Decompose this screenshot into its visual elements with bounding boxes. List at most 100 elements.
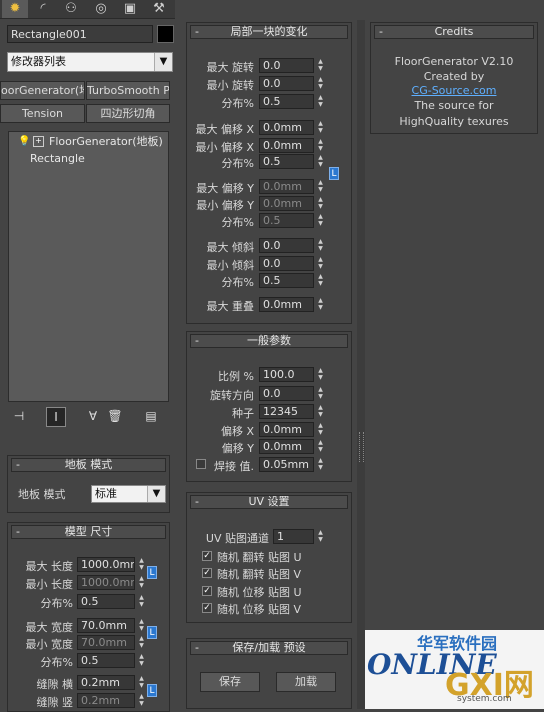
spinner-arrows-icon[interactable]: ▲ ▼ [316, 238, 325, 253]
width-dist-spinner[interactable]: 0.5 [77, 653, 135, 668]
rollout-header[interactable]: - 局部一块的变化 [190, 25, 348, 39]
lock-length-icon[interactable]: L [147, 566, 157, 579]
rollout-header[interactable]: - 一般参数 [190, 334, 348, 348]
spinner-arrows-icon[interactable]: ▲ ▼ [137, 575, 146, 590]
make-unique-icon[interactable]: ∀ [84, 407, 102, 425]
hierarchy-tab-icon[interactable]: ⚇ [58, 0, 84, 18]
tension-mod-button[interactable]: Tension [0, 104, 85, 123]
spinner-arrows-icon[interactable]: ▲ ▼ [137, 557, 146, 572]
rollout-header[interactable]: - UV 设置 [190, 495, 348, 509]
rollout-header[interactable]: - 保存/加载 预设 [190, 641, 348, 655]
create-tab-icon[interactable]: ✹ [2, 0, 28, 18]
lightbulb-icon[interactable]: 💡 [18, 133, 30, 150]
min-offset-x-spinner[interactable]: 0.0mm [259, 138, 314, 153]
lock-offset-icon[interactable]: L [329, 167, 339, 180]
spinner-arrows-icon[interactable]: ▲ ▼ [316, 386, 325, 401]
offset-y-spinner[interactable]: 0.0mm [259, 439, 314, 454]
display-tab-icon[interactable]: ▣ [117, 0, 143, 18]
spinner-arrows-icon[interactable]: ▲ ▼ [137, 635, 146, 650]
max-length-spinner[interactable]: 1000.0mm [77, 557, 135, 572]
spinner-arrows-icon[interactable]: ▲ ▼ [316, 154, 325, 169]
spinner-arrows-icon[interactable]: ▲ ▼ [137, 594, 146, 609]
rollout-header[interactable]: - 模型 尺寸 [11, 525, 166, 539]
spinner-arrows-icon[interactable]: ▲ ▼ [316, 94, 325, 109]
max-rotation-spinner[interactable]: 0.0 [259, 58, 314, 73]
spinner-arrows-icon[interactable]: ▲ ▼ [137, 653, 146, 668]
lock-width-icon[interactable]: L [147, 626, 157, 639]
max-width-spinner[interactable]: 70.0mm [77, 618, 135, 633]
panel-divider[interactable] [357, 20, 365, 709]
expand-plus-icon[interactable]: + [33, 136, 44, 147]
spinner-arrows-icon[interactable]: ▲ ▼ [316, 58, 325, 73]
max-tilt-spinner[interactable]: 0.0 [259, 238, 314, 253]
pin-stack-icon[interactable]: ⊣ [10, 407, 28, 425]
spinner-arrows-icon[interactable]: ▲ ▼ [316, 256, 325, 271]
flip-v-checkbox[interactable]: ✓ [202, 568, 212, 578]
remove-modifier-icon[interactable]: 🗑 [106, 407, 124, 425]
spinner-arrows-icon[interactable]: ▲ ▼ [316, 213, 325, 228]
offset-u-checkbox[interactable]: ✓ [202, 586, 212, 596]
spinner-arrows-icon[interactable]: ▲ ▼ [137, 693, 146, 708]
object-color-swatch[interactable] [157, 25, 174, 43]
modifier-stack[interactable]: 💡 + FloorGenerator(地板) Rectangle [8, 131, 169, 402]
rotation-direction-spinner[interactable]: 0.0 [259, 386, 314, 401]
gap-horizontal-spinner[interactable]: 0.2mm [77, 675, 135, 690]
quad-chamfer-mod-button[interactable]: 四边形切角 [86, 104, 170, 123]
stack-item-floorgenerator[interactable]: 💡 + FloorGenerator(地板) [9, 133, 168, 150]
motion-tab-icon[interactable]: ◎ [88, 0, 114, 18]
spinner-arrows-icon[interactable]: ▲ ▼ [316, 179, 325, 194]
weld-checkbox[interactable] [196, 459, 206, 469]
max-offset-y-spinner[interactable]: 0.0mm [259, 179, 314, 194]
spinner-arrows-icon[interactable]: ▲ ▼ [316, 273, 325, 288]
flip-u-checkbox[interactable]: ✓ [202, 551, 212, 561]
rollout-header[interactable]: - Credits [374, 25, 534, 39]
offset-x-spinner[interactable]: 0.0mm [259, 422, 314, 437]
object-name-field[interactable]: Rectangle001 [7, 25, 153, 43]
floorgenerator-mod-button[interactable]: oorGenerator(地转 [0, 81, 85, 100]
configure-sets-icon[interactable]: ▤ [142, 407, 160, 425]
modifier-list-dropdown[interactable]: 修改器列表 ▼ [7, 52, 173, 72]
seed-spinner[interactable]: 12345 [259, 404, 314, 419]
tilt-dist-spinner[interactable]: 0.5 [259, 273, 314, 288]
modify-tab-icon[interactable]: ◜ [30, 0, 56, 18]
weld-spinner[interactable]: 0.05mm [259, 457, 314, 472]
spinner-arrows-icon[interactable]: ▲ ▼ [316, 457, 325, 472]
min-rotation-spinner[interactable]: 0.0 [259, 76, 314, 91]
max-overlap-spinner[interactable]: 0.0mm [259, 297, 314, 312]
rollout-header[interactable]: - 地板 模式 [11, 458, 166, 472]
spinner-arrows-icon[interactable]: ▲ ▼ [316, 120, 325, 135]
spinner-arrows-icon[interactable]: ▲ ▼ [316, 297, 325, 312]
spinner-arrows-icon[interactable]: ▲ ▼ [316, 196, 325, 211]
offset-x-dist-spinner[interactable]: 0.5 [259, 154, 314, 169]
max-offset-x-spinner[interactable]: 0.0mm [259, 120, 314, 135]
floor-mode-dropdown[interactable]: 标准 ▼ [91, 485, 166, 503]
turbosmooth-mod-button[interactable]: TurboSmooth Pro [86, 81, 170, 100]
divider-grip-icon[interactable] [359, 432, 364, 462]
offset-v-checkbox[interactable]: ✓ [202, 603, 212, 613]
save-preset-button[interactable]: 保存 [200, 672, 260, 692]
length-dist-spinner[interactable]: 0.5 [77, 594, 135, 609]
spinner-arrows-icon[interactable]: ▲ ▼ [316, 404, 325, 419]
spinner-arrows-icon[interactable]: ▲ ▼ [137, 675, 146, 690]
gap-vertical-spinner[interactable]: 0.2mm [77, 693, 135, 708]
spinner-arrows-icon[interactable]: ▲ ▼ [316, 529, 325, 544]
lock-gap-icon[interactable]: L [147, 684, 157, 697]
offset-y-dist-spinner[interactable]: 0.5 [259, 213, 314, 228]
scale-spinner[interactable]: 100.0 [259, 367, 314, 382]
min-width-spinner[interactable]: 70.0mm [77, 635, 135, 650]
show-end-result-icon[interactable]: I [46, 407, 66, 427]
min-tilt-spinner[interactable]: 0.0 [259, 256, 314, 271]
min-offset-y-spinner[interactable]: 0.0mm [259, 196, 314, 211]
credits-link[interactable]: CG-Source.com [371, 84, 537, 97]
uv-channel-spinner[interactable]: 1 [273, 529, 314, 544]
rotation-dist-spinner[interactable]: 0.5 [259, 94, 314, 109]
spinner-arrows-icon[interactable]: ▲ ▼ [316, 367, 325, 382]
spinner-arrows-icon[interactable]: ▲ ▼ [316, 439, 325, 454]
spinner-arrows-icon[interactable]: ▲ ▼ [316, 76, 325, 91]
spinner-arrows-icon[interactable]: ▲ ▼ [316, 422, 325, 437]
utilities-tab-icon[interactable]: ⚒ [146, 0, 172, 18]
spinner-arrows-icon[interactable]: ▲ ▼ [316, 138, 325, 153]
stack-item-rectangle[interactable]: Rectangle [9, 150, 168, 167]
spinner-arrows-icon[interactable]: ▲ ▼ [137, 618, 146, 633]
min-length-spinner[interactable]: 1000.0mm [77, 575, 135, 590]
